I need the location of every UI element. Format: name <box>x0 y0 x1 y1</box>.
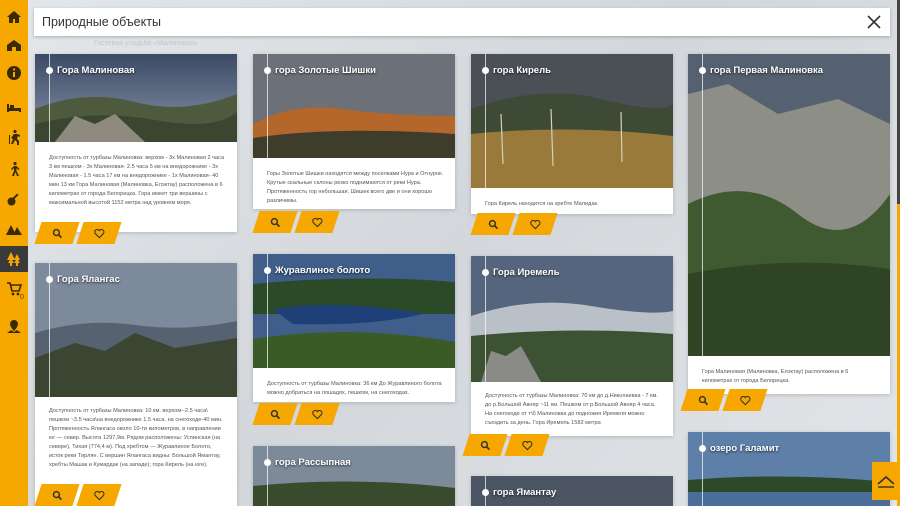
card-description: Горы Золотые Шишки находятся между посел… <box>267 171 444 204</box>
card-gora-malinovaya[interactable]: Гора Малиновая Доступность от турбазы Ма… <box>35 54 237 232</box>
heart-icon <box>93 490 105 500</box>
card-title: гора Ямантау <box>493 487 557 498</box>
card-title: озеро Галамит <box>710 443 780 454</box>
card-description: Гора Кирель находится на хребте Малидак. <box>485 201 599 207</box>
search-icon <box>698 395 708 405</box>
card-gora-iremel[interactable]: Гора Иремель Доступность от турбазы Мали… <box>471 256 673 436</box>
card-gora-rassypnaya[interactable]: гора Рассыпная <box>253 446 455 506</box>
search-button[interactable] <box>470 213 516 235</box>
card-gora-zolotye-shishki[interactable]: гора Золотые Шишки Горы Золотые Шишки на… <box>253 54 455 209</box>
chevron-up-icon <box>877 475 895 488</box>
hiking-stick-icon[interactable] <box>0 124 28 150</box>
favorite-button[interactable] <box>504 434 550 456</box>
card-title: гора Кирель <box>493 65 551 76</box>
timeline-dot <box>264 67 271 74</box>
card-description: Доступность от турбазы Малиновка: 10 км.… <box>49 408 223 468</box>
card-actions <box>252 211 346 233</box>
timeline-dot <box>482 489 489 496</box>
card-actions <box>34 222 128 244</box>
card-ozero-galamit[interactable]: озеро Галамит <box>688 432 890 506</box>
card-description: Гора Малиновая (Малиновка, Елэктау) расп… <box>702 369 849 384</box>
card-description: Доступность от турбазы Малиновка: 70 км … <box>485 393 658 426</box>
card-gora-yamantau[interactable]: гора Ямантау <box>471 476 673 506</box>
bed-icon[interactable] <box>0 94 28 120</box>
timeline-dot <box>264 267 271 274</box>
card-title: гора Первая Малиновка <box>710 65 824 76</box>
timeline-dot <box>482 269 489 276</box>
card-title: Гора Ялангас <box>57 274 120 285</box>
timeline-line <box>267 446 268 506</box>
timeline-dot <box>482 67 489 74</box>
card-description: Доступность от турбазы Малиновка: верхом… <box>49 155 225 206</box>
search-icon <box>488 219 498 229</box>
map-icon[interactable] <box>0 314 28 340</box>
home-icon[interactable] <box>0 4 28 30</box>
search-icon <box>52 228 62 238</box>
timeline-dot <box>46 67 53 74</box>
favorite-button[interactable] <box>294 211 340 233</box>
timeline-line <box>485 54 486 188</box>
heart-icon <box>311 409 323 419</box>
timeline-dot <box>264 459 271 466</box>
search-button[interactable] <box>34 222 80 244</box>
card-actions <box>680 389 774 411</box>
timeline-line <box>702 432 703 506</box>
card-photo <box>253 446 455 506</box>
favorite-button[interactable] <box>722 389 768 411</box>
favorite-button[interactable] <box>76 484 122 506</box>
card-title: гора Рассыпная <box>275 457 351 468</box>
timeline-line <box>49 263 50 397</box>
hostel-icon[interactable] <box>0 32 28 58</box>
trees-icon[interactable] <box>0 246 28 272</box>
search-button[interactable] <box>252 403 298 425</box>
timeline-line <box>702 54 703 356</box>
card-gora-yalangas[interactable]: Гора Ялангас Доступность от турбазы Мали… <box>35 263 237 506</box>
heart-icon <box>93 228 105 238</box>
search-icon <box>480 440 490 450</box>
scroll-to-top-button[interactable] <box>872 462 900 500</box>
timeline-dot <box>699 445 706 452</box>
card-description: Доступность от турбазы Малиновка: 36 км … <box>267 381 442 396</box>
close-icon[interactable] <box>866 14 882 30</box>
cart-count: 0 <box>20 294 24 301</box>
card-title: Журавлиное болото <box>275 265 371 276</box>
card-zhuravlinoe-boloto[interactable]: Журавлиное болото Доступность от турбазы… <box>253 254 455 402</box>
search-icon <box>270 409 280 419</box>
favorite-button[interactable] <box>512 213 558 235</box>
search-icon <box>52 490 62 500</box>
card-title: Гора Малиновая <box>57 65 135 76</box>
heart-icon <box>311 217 323 227</box>
page-title: Природные объекты <box>42 15 161 29</box>
search-button[interactable] <box>462 434 508 456</box>
card-title: Гора Иремель <box>493 267 560 278</box>
favorite-button[interactable] <box>76 222 122 244</box>
card-actions <box>462 434 556 456</box>
card-photo <box>688 54 890 356</box>
info-icon[interactable] <box>0 60 28 86</box>
search-button[interactable] <box>680 389 726 411</box>
card-gora-kirel[interactable]: гора Кирель Гора Кирель находится на хре… <box>471 54 673 214</box>
walker-icon[interactable] <box>0 156 28 182</box>
guitar-icon[interactable] <box>0 186 28 212</box>
search-button[interactable] <box>252 211 298 233</box>
card-actions <box>470 213 564 235</box>
timeline-dot <box>699 67 706 74</box>
card-actions <box>34 484 128 506</box>
watermark-text: Гостевая усадьба «Малиновая» <box>94 40 198 47</box>
search-button[interactable] <box>34 484 80 506</box>
heart-icon <box>739 395 751 405</box>
timeline-dot <box>46 276 53 283</box>
sidebar: 0 <box>0 0 28 506</box>
heart-icon <box>521 440 533 450</box>
favorite-button[interactable] <box>294 403 340 425</box>
tents-icon[interactable] <box>0 216 28 242</box>
card-gora-pervaya-malinovka[interactable]: гора Первая Малиновка Гора Малиновая (Ма… <box>688 54 890 394</box>
heart-icon <box>529 219 541 229</box>
card-actions <box>252 403 346 425</box>
panel-header: Природные объекты <box>34 8 890 36</box>
search-icon <box>270 217 280 227</box>
card-title: гора Золотые Шишки <box>275 65 376 76</box>
